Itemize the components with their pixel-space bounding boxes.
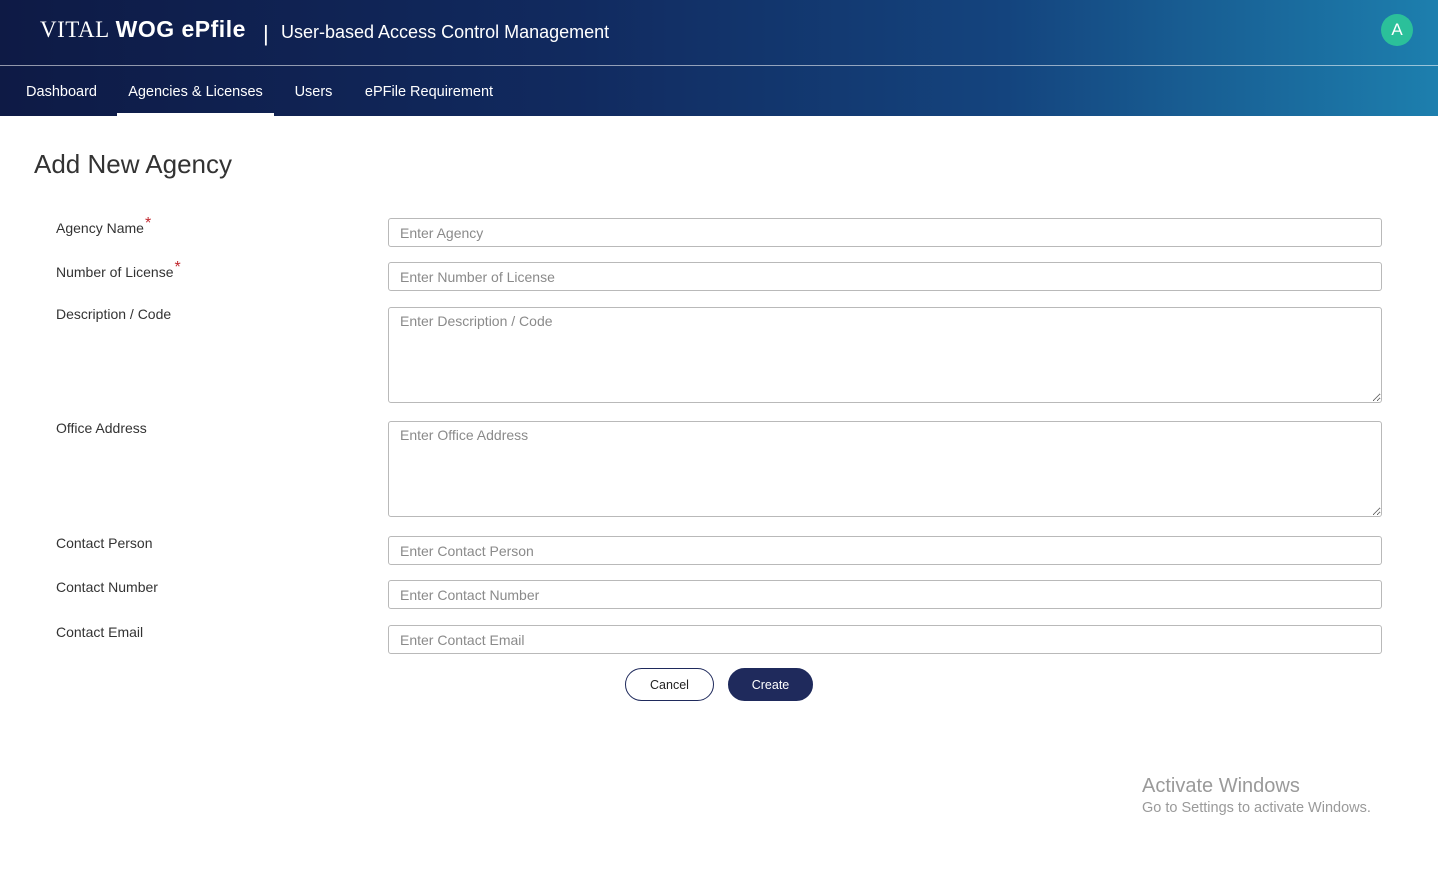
nav-item-users[interactable]: Users: [283, 67, 344, 116]
create-button[interactable]: Create: [728, 668, 813, 701]
app-title: User-based Access Control Management: [281, 22, 610, 42]
agency-name-label: Agency Name*: [56, 215, 151, 238]
office-address-textarea[interactable]: [388, 421, 1382, 517]
top-bar: VITAL WOG ePfile | User-based Access Cont…: [0, 0, 1438, 66]
nav-item-agencies-licenses[interactable]: Agencies & Licenses: [117, 67, 274, 116]
nav-item-epfile-requirement[interactable]: ePFile Requirement: [354, 67, 504, 116]
description-code-label: Description / Code: [56, 306, 172, 322]
nav-item-dashboard[interactable]: Dashboard: [14, 67, 109, 116]
main-nav: Dashboard Agencies & Licenses Users ePFi…: [0, 67, 1438, 116]
required-marker: *: [174, 259, 181, 276]
office-address-label: Office Address: [56, 420, 147, 436]
contact-email-label: Contact Email: [56, 624, 144, 640]
number-of-license-input[interactable]: [388, 262, 1382, 291]
cancel-button[interactable]: Cancel: [625, 668, 714, 701]
brand-wog-text: WOG ePfile: [115, 16, 246, 42]
number-of-license-label-text: Number of License: [56, 264, 174, 280]
number-of-license-label: Number of License*: [56, 259, 181, 282]
user-avatar[interactable]: A: [1381, 14, 1413, 46]
agency-name-label-text: Agency Name: [56, 220, 144, 236]
activate-windows-subtitle: Go to Settings to activate Windows.: [1142, 800, 1371, 816]
activate-windows-title: Activate Windows: [1142, 775, 1300, 797]
page-title: Add New Agency: [34, 149, 233, 179]
description-code-textarea[interactable]: [388, 307, 1382, 403]
brand-logo[interactable]: VITAL WOG ePfile: [40, 16, 246, 43]
app-header: VITAL WOG ePfile | User-based Access Cont…: [0, 0, 1438, 116]
contact-number-label: Contact Number: [56, 579, 158, 595]
title-separator: |: [263, 21, 269, 46]
agency-name-input[interactable]: [388, 218, 1382, 247]
contact-person-label: Contact Person: [56, 535, 153, 551]
contact-number-input[interactable]: [388, 580, 1382, 609]
contact-email-input[interactable]: [388, 625, 1382, 654]
required-marker: *: [144, 215, 152, 232]
contact-person-input[interactable]: [388, 536, 1382, 565]
brand-vital-text: VITAL: [40, 17, 110, 42]
